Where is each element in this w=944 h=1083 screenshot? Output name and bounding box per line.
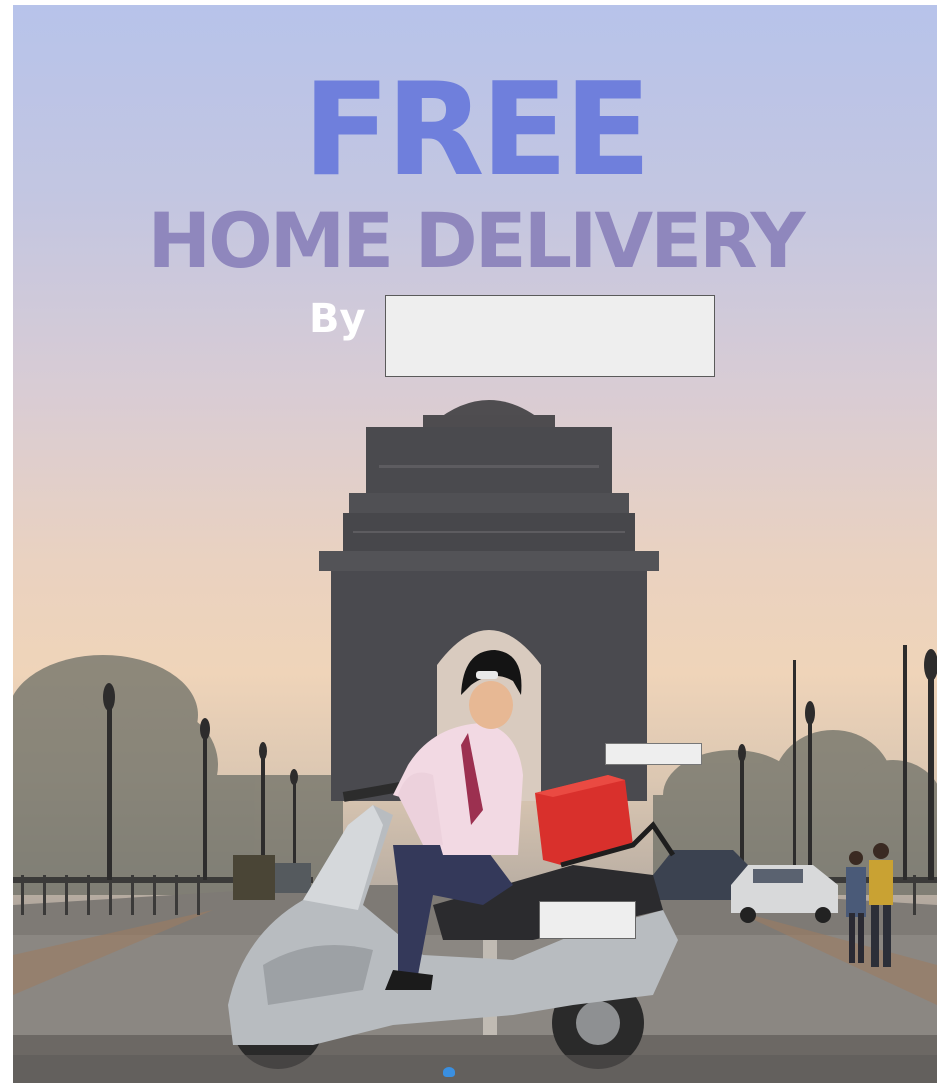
by-label: By [309, 296, 366, 342]
redacted-sign-box [605, 743, 702, 765]
blue-marker-dot [443, 1067, 455, 1077]
delivery-poster: FREE HOME DELIVERY By [13, 5, 937, 1083]
headline-free: FREE [302, 56, 652, 205]
redacted-brand-box [385, 295, 715, 377]
redacted-plate-box [539, 901, 636, 939]
headline-home-delivery: HOME DELIVERY [147, 196, 805, 285]
